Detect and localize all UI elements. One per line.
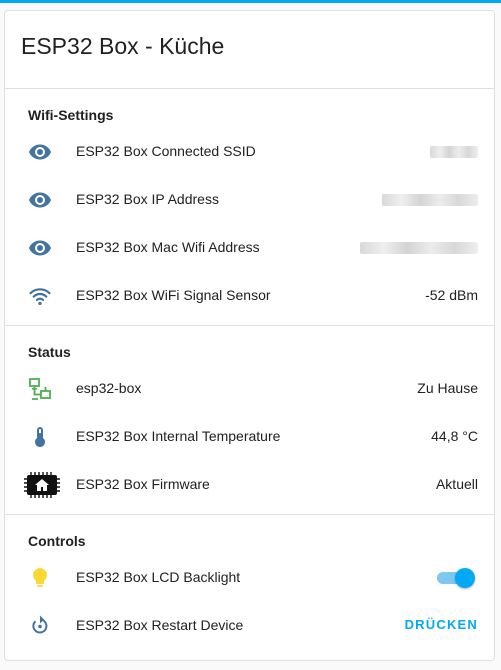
entity-row-wifi-signal[interactable]: ESP32 Box WiFi Signal Sensor -52 dBm xyxy=(5,276,494,316)
network-icon xyxy=(26,375,54,403)
entity-row-esp32-box[interactable]: esp32-box Zu Hause xyxy=(5,369,494,409)
entity-name: esp32-box xyxy=(76,380,142,396)
entity-row-firmware[interactable]: ESP32 Box Firmware Aktuell xyxy=(5,465,494,505)
entity-name: ESP32 Box WiFi Signal Sensor xyxy=(76,287,271,303)
divider xyxy=(5,325,494,326)
eye-icon xyxy=(26,186,54,214)
entity-value: Aktuell xyxy=(435,476,478,492)
entity-value: -52 dBm xyxy=(425,287,478,303)
top-accent-bar xyxy=(0,0,501,3)
section-title-wifi: Wifi-Settings xyxy=(28,107,114,123)
restart-icon xyxy=(26,612,54,640)
entity-value: 44,8 °C xyxy=(431,428,478,444)
eye-icon xyxy=(26,234,54,262)
backlight-toggle[interactable] xyxy=(437,568,475,588)
card-title: ESP32 Box - Küche xyxy=(21,33,225,59)
entity-row-ip-address[interactable]: ESP32 Box IP Address xyxy=(5,180,494,220)
chip-home-icon xyxy=(21,471,61,499)
entity-row-lcd-backlight[interactable]: ESP32 Box LCD Backlight xyxy=(5,558,494,598)
entity-name: ESP32 Box Firmware xyxy=(76,476,210,492)
entity-name: ESP32 Box IP Address xyxy=(76,191,219,207)
restart-press-button[interactable]: DRÜCKEN xyxy=(405,617,478,632)
toggle-thumb xyxy=(455,568,475,588)
entities-card: ESP32 Box - Küche Wifi-Settings ESP32 Bo… xyxy=(4,10,495,661)
section-title-controls: Controls xyxy=(28,533,86,549)
divider xyxy=(5,88,494,89)
entity-name: ESP32 Box Mac Wifi Address xyxy=(76,239,260,255)
redacted-value xyxy=(382,194,478,206)
redacted-value xyxy=(430,146,478,158)
entity-name: ESP32 Box Restart Device xyxy=(76,617,244,633)
entity-row-restart-device[interactable]: ESP32 Box Restart Device DRÜCKEN xyxy=(5,606,494,646)
eye-icon xyxy=(26,138,54,166)
lightbulb-icon xyxy=(26,564,54,592)
entity-value: Zu Hause xyxy=(417,380,478,396)
thermometer-icon xyxy=(26,423,54,451)
entity-name: ESP32 Box LCD Backlight xyxy=(76,569,241,585)
divider xyxy=(5,514,494,515)
entity-row-internal-temperature[interactable]: ESP32 Box Internal Temperature 44,8 °C xyxy=(5,417,494,457)
entity-row-mac-address[interactable]: ESP32 Box Mac Wifi Address xyxy=(5,228,494,268)
entity-name: ESP32 Box Internal Temperature xyxy=(76,428,281,444)
wifi-icon xyxy=(26,282,54,310)
redacted-value xyxy=(360,242,478,254)
entity-row-connected-ssid[interactable]: ESP32 Box Connected SSID xyxy=(5,132,494,172)
section-title-status: Status xyxy=(28,344,71,360)
entity-name: ESP32 Box Connected SSID xyxy=(76,143,256,159)
